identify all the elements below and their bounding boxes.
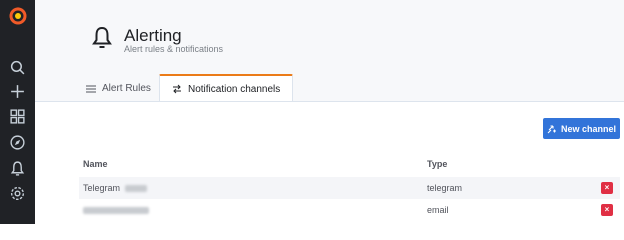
tab-label: Notification channels xyxy=(188,83,281,95)
plus-icon[interactable] xyxy=(9,83,26,100)
channel-icon xyxy=(173,84,181,94)
alerting-bell-icon[interactable] xyxy=(9,160,26,177)
grafana-logo-icon[interactable] xyxy=(8,6,28,26)
explore-icon[interactable] xyxy=(9,134,26,151)
tab-notification-channels[interactable]: Notification channels xyxy=(159,74,294,102)
settings-gear-icon[interactable] xyxy=(9,185,26,202)
search-icon[interactable] xyxy=(9,59,26,76)
column-header-type: Type xyxy=(427,159,448,169)
alerting-bell-icon xyxy=(92,26,112,48)
column-header-name: Name xyxy=(83,159,108,169)
channel-name-cell xyxy=(83,205,149,215)
sidebar xyxy=(0,0,35,224)
channel-name: Telegram xyxy=(83,183,121,193)
channel-name-cell: Telegram xyxy=(83,183,147,193)
tab-alert-rules[interactable]: Alert Rules xyxy=(86,75,151,102)
channel-type: email xyxy=(427,205,449,215)
page-subtitle: Alert rules & notifications xyxy=(124,44,224,54)
page-title: Alerting xyxy=(124,26,182,45)
redacted-text xyxy=(83,207,149,215)
add-channel-icon xyxy=(547,124,556,133)
delete-button[interactable]: × xyxy=(601,204,613,216)
channel-type: telegram xyxy=(427,183,463,193)
table-row[interactable]: email × xyxy=(79,199,620,221)
delete-button[interactable]: × xyxy=(601,182,613,194)
redacted-text xyxy=(124,185,147,193)
tab-label: Alert Rules xyxy=(102,83,151,94)
page-header: Alerting Alert rules & notifications Ale… xyxy=(35,0,624,102)
new-channel-button[interactable]: New channel xyxy=(543,118,620,139)
button-label: New channel xyxy=(560,123,616,134)
dashboards-icon[interactable] xyxy=(9,108,26,125)
list-icon xyxy=(86,85,96,92)
tabs-divider xyxy=(35,101,624,102)
table-row[interactable]: Telegram telegram × xyxy=(79,177,620,199)
